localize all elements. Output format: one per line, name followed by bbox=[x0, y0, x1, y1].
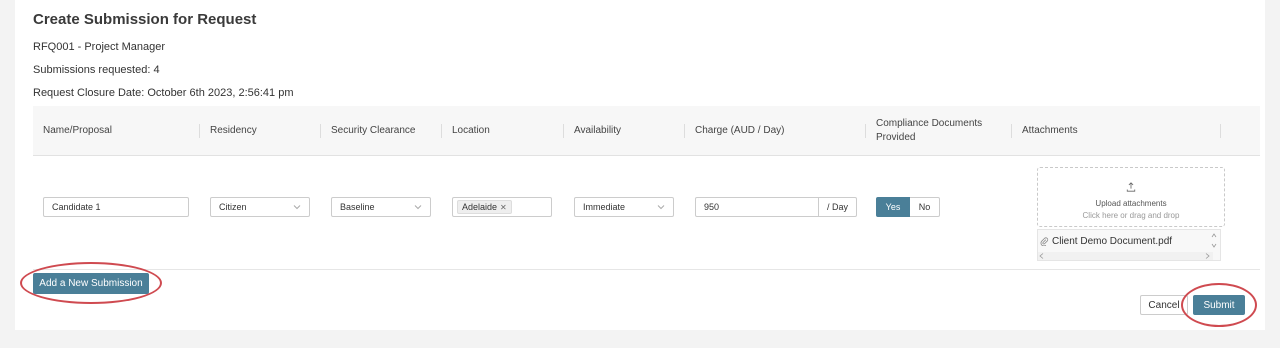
column-header-attachments: Attachments bbox=[1022, 125, 1078, 136]
column-header-residency: Residency bbox=[210, 125, 257, 136]
column-divider bbox=[441, 124, 442, 138]
location-chip-label: Adelaide bbox=[462, 202, 498, 212]
close-icon[interactable]: ✕ bbox=[500, 203, 507, 212]
compliance-header-line-1: Compliance Documents bbox=[876, 118, 983, 129]
upload-title: Upload attachments bbox=[1095, 199, 1167, 208]
attachment-file-name[interactable]: Client Demo Document.pdf bbox=[1052, 236, 1172, 247]
upload-hint: Click here or drag and drop bbox=[1082, 211, 1180, 220]
column-divider bbox=[865, 124, 866, 138]
column-divider bbox=[199, 124, 200, 138]
security-clearance-value: Baseline bbox=[340, 202, 375, 212]
chevron-down-icon bbox=[293, 205, 301, 210]
compliance-header-line-2: Provided bbox=[876, 132, 916, 143]
cancel-button[interactable]: Cancel bbox=[1140, 295, 1188, 315]
residency-value: Citizen bbox=[219, 202, 247, 212]
column-divider bbox=[684, 124, 685, 138]
chevron-down-icon bbox=[657, 205, 665, 210]
name-proposal-input[interactable]: Candidate 1 bbox=[43, 197, 189, 217]
name-proposal-value: Candidate 1 bbox=[52, 202, 101, 212]
column-header-compliance: Compliance Documents Provided bbox=[876, 106, 982, 156]
column-divider bbox=[320, 124, 321, 138]
attachment-list: Client Demo Document.pdf bbox=[1037, 229, 1221, 261]
column-header-security: Security Clearance bbox=[331, 125, 416, 136]
table-header: Name/Proposal Residency Security Clearan… bbox=[33, 106, 1260, 156]
submission-form-card: Create Submission for Request RFQ001 - P… bbox=[15, 0, 1265, 330]
upload-icon bbox=[1126, 182, 1136, 192]
chevron-down-icon bbox=[414, 205, 422, 210]
column-header-availability: Availability bbox=[574, 125, 622, 136]
residency-select[interactable]: Citizen bbox=[210, 197, 310, 217]
security-clearance-select[interactable]: Baseline bbox=[331, 197, 431, 217]
horizontal-scrollbar[interactable] bbox=[1038, 252, 1213, 260]
column-divider bbox=[563, 124, 564, 138]
location-chip: Adelaide ✕ bbox=[457, 200, 512, 214]
availability-value: Immediate bbox=[583, 202, 626, 212]
table-row: Candidate 1 Citizen Baseline Adelaide ✕ … bbox=[33, 157, 1260, 270]
column-divider bbox=[1011, 124, 1012, 138]
compliance-no-button[interactable]: No bbox=[910, 197, 940, 217]
column-divider bbox=[1220, 124, 1221, 138]
upload-dropzone[interactable]: Upload attachments Click here or drag an… bbox=[1037, 167, 1225, 227]
charge-input[interactable]: 950 bbox=[695, 197, 819, 217]
charge-unit-addon: / Day bbox=[819, 197, 857, 217]
page-title: Create Submission for Request bbox=[33, 11, 257, 28]
availability-select[interactable]: Immediate bbox=[574, 197, 674, 217]
charge-value: 950 bbox=[704, 202, 720, 212]
location-multiselect[interactable]: Adelaide ✕ bbox=[452, 197, 552, 217]
compliance-yes-button[interactable]: Yes bbox=[876, 197, 910, 217]
column-header-name: Name/Proposal bbox=[43, 125, 112, 136]
column-header-charge: Charge (AUD / Day) bbox=[695, 125, 785, 136]
submit-button[interactable]: Submit bbox=[1193, 295, 1245, 315]
column-header-location: Location bbox=[452, 125, 490, 136]
add-new-submission-button[interactable]: Add a New Submission bbox=[33, 273, 149, 294]
submissions-requested: Submissions requested: 4 bbox=[33, 64, 160, 76]
request-closure-date: Request Closure Date: October 6th 2023, … bbox=[33, 87, 294, 99]
paperclip-icon bbox=[1040, 237, 1049, 246]
request-reference: RFQ001 - Project Manager bbox=[33, 41, 166, 53]
